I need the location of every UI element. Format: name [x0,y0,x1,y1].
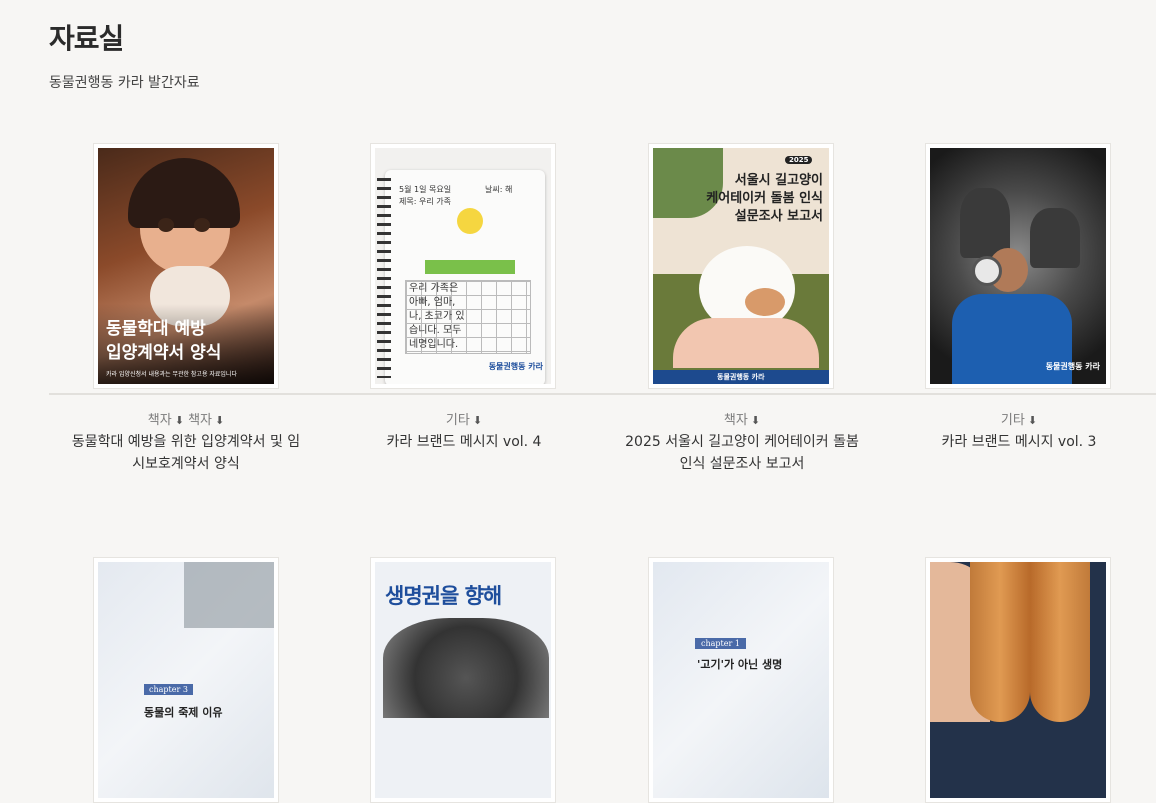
page-subtitle: 동물권행동 카라 발간자료 [49,75,200,91]
cover-headline: 서울시 길고양이 케어테이커 돌봄 인식 설문조사 보고서 [706,173,823,224]
category-label[interactable]: 기타 [1001,413,1025,428]
brand-logo: 동물권행동 카라 [1045,362,1100,371]
cover-image: 동물학대 예방 입양계약서 양식 카라 입양신청서 내용과는 무관한 참고용 자… [98,148,274,384]
cover-headline: 입양계약서 양식 [106,343,222,363]
diary-subject: 제목: 우리 가족 [399,197,451,206]
cover-footnote: 카라 입양신청서 내용과는 무관한 참고용 자료입니다 [106,371,237,378]
download-icon[interactable]: ⬇ [175,414,184,427]
item-cover-7[interactable]: chapter 1 '고기'가 아닌 생명 [648,557,834,803]
cover-headline: 동물학대 예방 [106,319,206,339]
category-label[interactable]: 책자 [188,413,212,428]
item-cover-1[interactable]: 동물학대 예방 입양계약서 양식 카라 입양신청서 내용과는 무관한 참고용 자… [93,143,279,389]
megaphone-icon [972,256,1002,286]
chapter-badge: chapter 3 [144,684,193,695]
cover-image: 생명권을 향해 [375,562,551,798]
cover-year: 2025 [785,156,813,164]
grid-text: 우리 가족은 아빠, 엄마, 나, 초코가 있 습니다. 모두 네명입니다. [409,283,465,350]
brand-logo: 동물권행동 카라 [717,373,765,381]
illustration-cages [184,562,274,628]
diary-weather: 날씨: 해 [485,185,513,194]
item-title[interactable]: 카라 브랜드 메시지 vol. 3 [899,431,1139,453]
diary-date: 5월 1일 목요일 [399,185,452,194]
illustration-hair [128,158,240,228]
page-title: 자료실 [49,22,124,55]
illustration-hands [673,318,819,368]
item-title[interactable]: 카라 브랜드 메시지 vol. 4 [344,431,584,453]
cover-image: chapter 3 동물의 죽제 이유 [98,562,274,798]
cover-image [930,562,1106,798]
item-title[interactable]: 2025 서울시 길고양이 케어테이커 돌봄 인식 설문조사 보고서 [622,431,862,475]
illustration-dog-paw [1030,562,1090,722]
shadow-dog [1030,208,1080,268]
item-categories: 기타 ⬇ [324,409,604,428]
item-cover-8[interactable] [925,557,1111,803]
cover-caption: '고기'가 아닌 생명 [697,658,783,671]
illustration-dog-paw [970,562,1030,722]
notebook-spiral [377,178,391,378]
item-title[interactable]: 동물학대 예방을 위한 입양계약서 및 임시보호계약서 양식 [66,431,306,475]
item-cover-4[interactable]: 동물권행동 카라 [925,143,1111,389]
item-categories: 책자 ⬇ 책자 ⬇ [46,409,326,428]
cover-headline: 생명권을 향해 [385,584,502,608]
illustration-pig [383,618,549,718]
category-label[interactable]: 책자 [724,413,748,428]
item-cover-5[interactable]: chapter 3 동물의 죽제 이유 [93,557,279,803]
illustration-grass [425,260,515,274]
cover-image: 5월 1일 목요일 날씨: 해 제목: 우리 가족 우리 가족은 아빠, 엄마,… [375,148,551,384]
item-cover-2[interactable]: 5월 1일 목요일 날씨: 해 제목: 우리 가족 우리 가족은 아빠, 엄마,… [370,143,556,389]
download-icon[interactable]: ⬇ [751,414,760,427]
category-label[interactable]: 기타 [446,413,470,428]
cover-image: 2025 서울시 길고양이 케어테이커 돌봄 인식 설문조사 보고서 동물권행동… [653,148,829,384]
download-icon[interactable]: ⬇ [473,414,482,427]
category-label[interactable]: 책자 [148,413,172,428]
cover-image: chapter 1 '고기'가 아닌 생명 [653,562,829,798]
cover-caption: 동물의 죽제 이유 [144,706,223,719]
item-cover-6[interactable]: 생명권을 향해 [370,557,556,803]
item-categories: 책자 ⬇ [602,409,882,428]
cover-image: 동물권행동 카라 [930,148,1106,384]
sun-icon [457,208,483,234]
item-cover-3[interactable]: 2025 서울시 길고양이 케어테이커 돌봄 인식 설문조사 보고서 동물권행동… [648,143,834,389]
chapter-badge: chapter 1 [695,638,746,649]
shadow-cat [960,188,1010,258]
brand-logo: 동물권행동 카라 [488,362,543,371]
download-icon[interactable]: ⬇ [1028,414,1037,427]
item-categories: 기타 ⬇ [879,409,1156,428]
download-icon[interactable]: ⬇ [215,414,224,427]
divider [49,393,1156,395]
